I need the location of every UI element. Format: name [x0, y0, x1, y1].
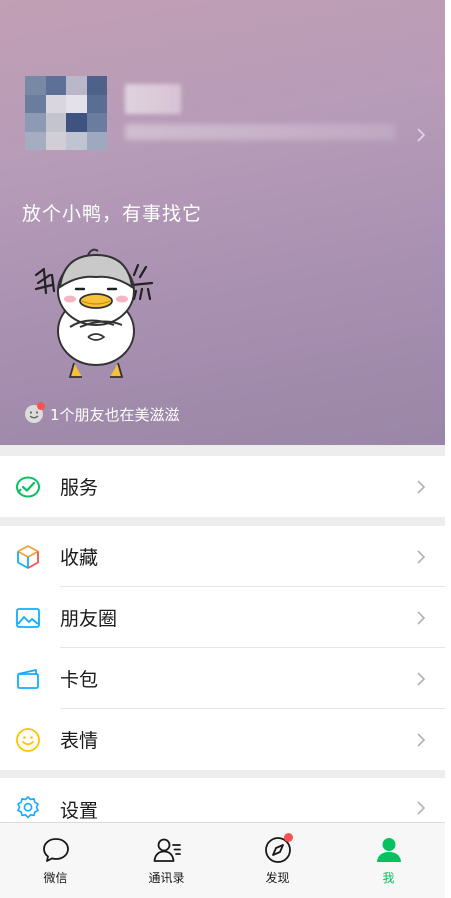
tab-label: 通讯录: [148, 871, 185, 885]
chevron-right-icon: [417, 479, 426, 494]
notification-dot: [284, 833, 293, 842]
gear-icon: [17, 796, 39, 819]
tab-label: 微信: [43, 871, 68, 885]
menu-item-label: 朋友圈: [60, 608, 118, 630]
nickname-blurred: [125, 84, 181, 114]
bottom-tab-bar: 微信 通讯录 发现 我: [0, 822, 445, 898]
wechat-me-screen: 放个小鸭，有事找它 1个朋友也在美滋滋 服务 收藏 朋友圈 卡包 表情 设置 微…: [0, 0, 445, 898]
menu-item-moments[interactable]: 朋友圈: [0, 587, 445, 648]
menu-group-service: 服务: [0, 456, 445, 517]
friends-status-row[interactable]: 1个朋友也在美滋滋: [24, 402, 180, 425]
friends-status-text: 1个朋友也在美滋滋: [50, 405, 180, 424]
menu-item-stickers[interactable]: 表情: [0, 709, 445, 770]
avatar[interactable]: [25, 76, 107, 150]
menu-group-main: 收藏 朋友圈 卡包 表情: [0, 526, 445, 770]
menu-item-label: 设置: [60, 800, 99, 822]
screen-edge: [445, 0, 451, 898]
tab-label: 我: [382, 871, 395, 885]
chevron-right-icon: [417, 801, 426, 815]
menu-item-settings[interactable]: 设置: [0, 778, 445, 822]
chevron-right-icon: [417, 549, 426, 564]
status-text[interactable]: 放个小鸭，有事找它: [22, 199, 202, 226]
duck-sticker-icon[interactable]: [30, 245, 160, 385]
menu-item-label: 表情: [60, 730, 99, 752]
contacts-icon: [153, 838, 181, 862]
menu-item-label: 服务: [60, 477, 99, 499]
chevron-right-icon: [417, 671, 426, 686]
menu-item-label: 卡包: [60, 669, 99, 691]
menu-item-label: 收藏: [60, 547, 99, 569]
chevron-right-icon: [417, 732, 426, 747]
tab-me[interactable]: 我: [333, 823, 444, 898]
chevron-right-icon[interactable]: [412, 126, 430, 144]
wechat-id-blurred: [125, 124, 395, 140]
service-icon: [16, 476, 40, 497]
tab-discover[interactable]: 发现: [222, 823, 333, 898]
menu-item-favorites[interactable]: 收藏: [0, 526, 445, 587]
profile-header[interactable]: 放个小鸭，有事找它 1个朋友也在美滋滋: [0, 0, 445, 445]
tab-contacts[interactable]: 通讯录: [111, 823, 222, 898]
moments-image-icon: [16, 607, 40, 628]
chat-bubble-icon: [42, 838, 69, 862]
tab-label: 发现: [265, 871, 290, 885]
tab-chats[interactable]: 微信: [0, 823, 111, 898]
smiley-friend-icon: [24, 402, 45, 424]
menu-item-service[interactable]: 服务: [0, 456, 445, 517]
person-icon: [376, 838, 401, 862]
favorites-cube-icon: [17, 544, 39, 569]
notification-dot: [37, 402, 45, 410]
menu-group-settings: 设置: [0, 778, 445, 822]
card-wallet-icon: [17, 668, 39, 689]
menu-item-card-wallet[interactable]: 卡包: [0, 648, 445, 709]
chevron-right-icon: [417, 610, 426, 625]
smiley-icon: [16, 727, 40, 752]
